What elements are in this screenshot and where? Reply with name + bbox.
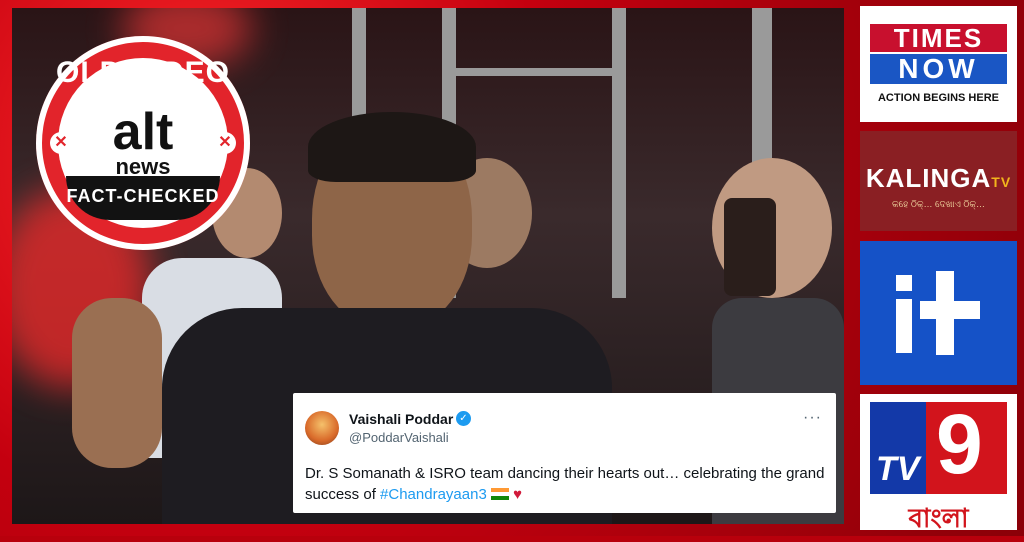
cross-icon: ✕ — [214, 132, 236, 154]
avatar[interactable] — [305, 411, 339, 445]
times-now-line1: TIMES — [870, 24, 1007, 52]
alt-logo-text: alt — [112, 103, 174, 161]
ellipsis-icon[interactable]: ··· — [803, 409, 822, 427]
kalinga-tagline: କହେ ଠିକ୍… ଦେଖାଏ ଠିକ୍… — [891, 199, 986, 209]
times-now-line2: NOW — [870, 54, 1007, 84]
kalinga-name: KALINGATV — [860, 163, 1017, 194]
cross-icon: ✕ — [50, 132, 72, 154]
tweet-author-handle[interactable]: @PoddarVaishali — [349, 430, 449, 445]
kalinga-tv-suffix: TV — [991, 174, 1012, 190]
tv9-tv-text: TV — [876, 450, 920, 488]
tv9-bangla-logo: TV 9 বাংলা — [860, 394, 1017, 533]
stage-truss — [352, 8, 366, 128]
phone — [724, 198, 776, 296]
kalinga-tv-logo: KALINGATV କହେ ଠିକ୍… ଦେଖାଏ ଠିକ୍… — [860, 131, 1017, 231]
it-logo-icon — [896, 271, 980, 355]
badge-top-text: OLD VIDEO — [55, 56, 230, 89]
main-person-hand — [72, 298, 162, 468]
kalinga-name-text: KALINGA — [865, 163, 992, 193]
alt-news-fact-check-badge: OLD VIDEO alt news FACT-CHECKED ✕ ✕ — [36, 36, 250, 250]
times-now-logo: TIMES NOW ACTION BEGINS HERE — [860, 6, 1017, 122]
red-heart-icon: ♥ — [513, 486, 523, 503]
tv9-language: বাংলা — [908, 503, 969, 533]
badge-bottom-text: FACT-CHECKED — [66, 186, 220, 206]
tv9-number: 9 — [936, 397, 983, 491]
hashtag-link[interactable]: #Chandrayaan3 — [380, 486, 487, 503]
verified-badge-icon: ✓ — [456, 411, 471, 426]
stage-truss — [442, 68, 626, 76]
tweet-card: Vaishali Poddar ✓ @PoddarVaishali ··· Dr… — [293, 393, 836, 513]
news-logo-text: news — [115, 154, 171, 179]
main-person-hair — [308, 112, 476, 182]
india-flag-icon — [490, 488, 509, 500]
tweet-text: Dr. S Somanath & ISRO team dancing their… — [305, 463, 825, 505]
times-now-tagline: ACTION BEGINS HERE — [877, 92, 999, 104]
tweet-author-name[interactable]: Vaishali Poddar — [349, 411, 453, 427]
india-today-logo — [860, 241, 1017, 385]
stage-truss — [612, 8, 626, 298]
